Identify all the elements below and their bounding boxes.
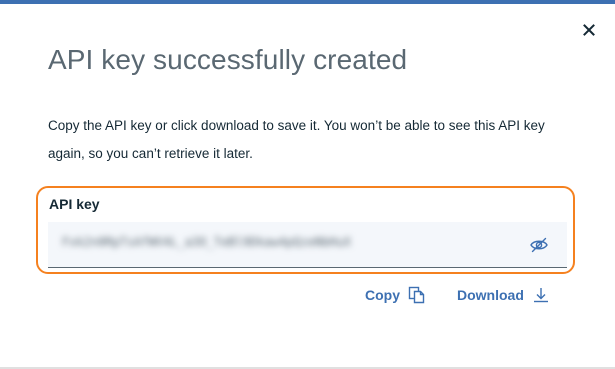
api-key-value[interactable]: Fxk2n0RpTsAfWV4L_a3O_TeBl9Dkaw4pQzeNbHuX <box>62 235 351 249</box>
api-key-field[interactable]: Fxk2n0RpTsAfWV4L_a3O_TeBl9Dkaw4pQzeNbHuX <box>48 222 567 268</box>
download-icon <box>533 288 548 303</box>
close-button[interactable] <box>577 18 601 42</box>
action-bar: Copy Download <box>0 286 615 310</box>
api-key-dialog: API key successfully created Copy the AP… <box>0 0 615 369</box>
download-label: Download <box>457 287 524 303</box>
visibility-toggle[interactable] <box>529 235 549 255</box>
close-icon <box>583 24 595 36</box>
download-button[interactable]: Download <box>457 286 550 304</box>
dialog-description: Copy the API key or click download to sa… <box>48 118 545 161</box>
copy-icon <box>408 286 425 304</box>
eye-slash-icon <box>530 237 548 253</box>
dialog-title: API key successfully created <box>48 44 408 75</box>
copy-button[interactable]: Copy <box>365 286 426 304</box>
copy-label: Copy <box>365 287 400 303</box>
api-key-label: API key <box>49 196 100 212</box>
dialog-top-accent-bar <box>0 0 615 4</box>
